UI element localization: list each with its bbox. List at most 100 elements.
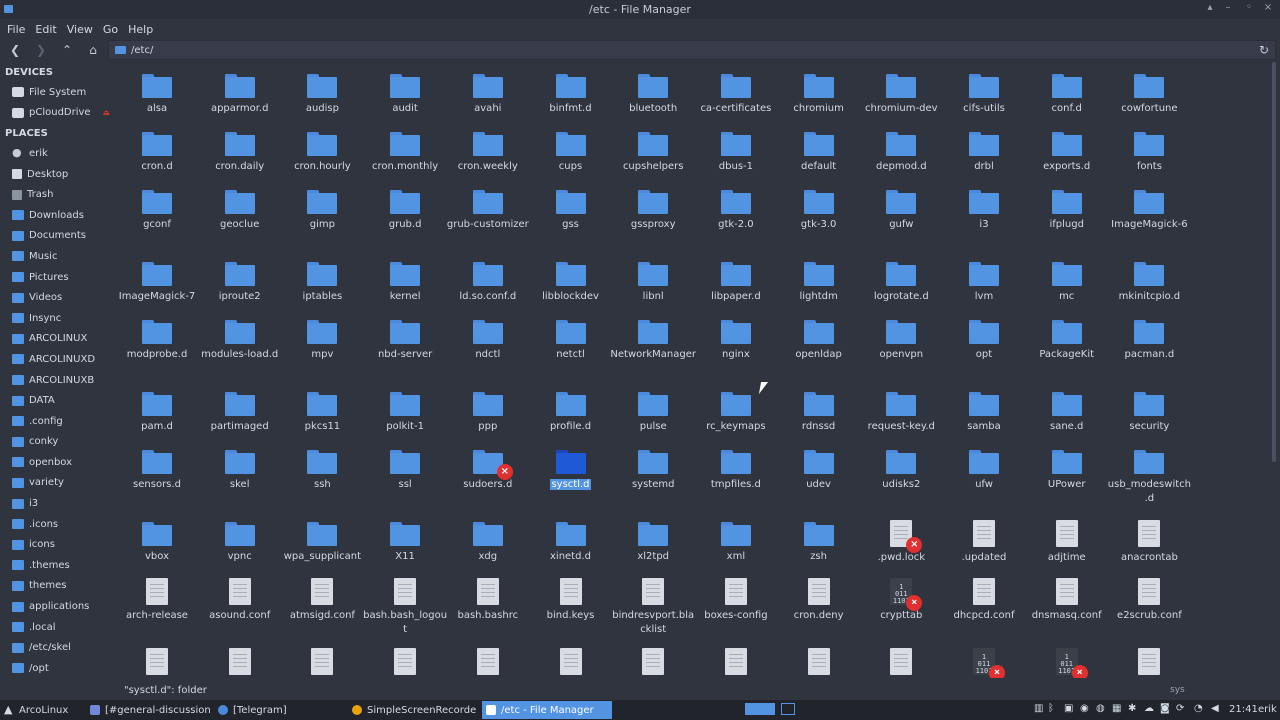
file-item[interactable]: bash.bashrc	[445, 568, 531, 623]
file-item[interactable]: fonts	[1106, 120, 1192, 174]
volume-icon[interactable]: ◀	[1211, 703, 1219, 714]
cloud-icon[interactable]: ☁	[1144, 703, 1154, 714]
menu-help[interactable]: Help	[123, 23, 158, 36]
file-item[interactable]: xdg	[445, 510, 531, 564]
sidebar-item[interactable]: Documents	[0, 226, 113, 247]
photo-icon[interactable]: ▣	[1064, 703, 1073, 714]
file-item[interactable]: bluetooth	[610, 62, 696, 116]
file-item[interactable]: rdnssd	[776, 380, 862, 434]
file-item[interactable]: openvpn	[858, 308, 944, 362]
file-item[interactable]: pam.d	[114, 380, 200, 434]
package-icon[interactable]: ▦	[1112, 703, 1121, 714]
file-item[interactable]: cifs-utils	[941, 62, 1027, 116]
file-item[interactable]: wpa_supplicant	[279, 510, 365, 564]
file-item[interactable]: mc	[1024, 250, 1110, 304]
file-item[interactable]: sysctl.d	[528, 438, 614, 492]
sidebar-item[interactable]: /etc/skel	[0, 637, 113, 658]
file-item[interactable]	[693, 638, 779, 678]
forward-icon[interactable]: ❯	[28, 40, 54, 60]
sidebar-item[interactable]: ARCOLINUX	[0, 329, 113, 350]
file-item[interactable]: request-key.d	[858, 380, 944, 434]
file-item[interactable]: tmpfiles.d	[693, 438, 779, 492]
file-item[interactable]: bind.keys	[528, 568, 614, 623]
file-item[interactable]: bindresvport.blacklist	[610, 568, 696, 637]
sidebar-item[interactable]: Desktop	[0, 164, 113, 185]
file-item[interactable]: zsh	[776, 510, 862, 564]
workspace-2[interactable]	[781, 703, 795, 715]
file-item[interactable]: profile.d	[528, 380, 614, 434]
maximize-button[interactable]: ◦	[1241, 2, 1257, 13]
menu-view[interactable]: View	[62, 23, 98, 36]
file-item[interactable]: usb_modeswitch.d	[1106, 438, 1192, 506]
file-item[interactable]: gssproxy	[610, 178, 696, 232]
file-item[interactable]: 1 011 1101 ×	[941, 638, 1027, 678]
file-item[interactable]: libnl	[610, 250, 696, 304]
sidebar-item[interactable]: Trash	[0, 184, 113, 205]
file-item[interactable]: bash.bash_logout	[362, 568, 448, 637]
file-item[interactable]: ImageMagick-7	[114, 250, 200, 304]
shade-button[interactable]: ▴	[1202, 2, 1218, 13]
file-item[interactable]	[858, 638, 944, 678]
file-item[interactable]: ld.so.conf.d	[445, 250, 531, 304]
file-item[interactable]: iproute2	[197, 250, 283, 304]
sidebar-item[interactable]: variety	[0, 473, 113, 494]
file-item[interactable]: cowfortune	[1106, 62, 1192, 116]
menu-edit[interactable]: Edit	[30, 23, 61, 36]
task-discord[interactable]: [#general-discussion -...	[86, 701, 212, 719]
file-item[interactable]: cron.monthly	[362, 120, 448, 174]
file-item[interactable]: X11	[362, 510, 448, 564]
file-item[interactable]: audit	[362, 62, 448, 116]
file-item[interactable]: cups	[528, 120, 614, 174]
file-item[interactable]: gufw	[858, 178, 944, 232]
menu-file[interactable]: File	[2, 23, 30, 36]
eject-icon[interactable]: ⏏	[102, 108, 110, 117]
file-item[interactable]: systemd	[610, 438, 696, 492]
sidebar-item[interactable]: Downloads	[0, 205, 113, 226]
file-item[interactable]: modules-load.d	[197, 308, 283, 362]
reload-icon[interactable]: ↻	[1259, 43, 1269, 57]
file-item[interactable]: cron.deny	[776, 568, 862, 623]
file-item[interactable]: NetworkManager	[610, 308, 696, 362]
file-item[interactable]	[1106, 638, 1192, 678]
file-item[interactable]: cron.daily	[197, 120, 283, 174]
file-item[interactable]: anacrontab	[1106, 510, 1192, 565]
file-item[interactable]: kernel	[362, 250, 448, 304]
file-item[interactable]: xl2tpd	[610, 510, 696, 564]
file-item[interactable]	[197, 638, 283, 678]
file-item[interactable]: nginx	[693, 308, 779, 362]
file-item[interactable]: depmod.d	[858, 120, 944, 174]
settings-icon[interactable]: ✱	[1128, 703, 1136, 714]
file-item[interactable]: adjtime	[1024, 510, 1110, 565]
task-file-manager[interactable]: /etc - File Manager	[482, 701, 612, 719]
file-item[interactable]: × sudoers.d	[445, 438, 531, 492]
file-item[interactable]: udev	[776, 438, 862, 492]
taskbar-menu-button[interactable]: ▲ ArcoLinux	[0, 701, 84, 719]
file-item[interactable]: cron.hourly	[279, 120, 365, 174]
file-item[interactable]	[362, 638, 448, 678]
file-item[interactable]: alsa	[114, 62, 200, 116]
file-item[interactable]: vpnc	[197, 510, 283, 564]
sidebar-item[interactable]: applications	[0, 596, 113, 617]
file-item[interactable]: lvm	[941, 250, 1027, 304]
file-item[interactable]: ssh	[279, 438, 365, 492]
file-item[interactable]: conf.d	[1024, 62, 1110, 116]
file-item[interactable]	[279, 638, 365, 678]
sidebar-item[interactable]: .local	[0, 617, 113, 638]
sidebar-item[interactable]: Pictures	[0, 267, 113, 288]
file-item[interactable]: logrotate.d	[858, 250, 944, 304]
file-item[interactable]	[445, 638, 531, 678]
file-item[interactable]	[610, 638, 696, 678]
file-item[interactable]: dnsmasq.conf	[1024, 568, 1110, 623]
file-item[interactable]: pkcs11	[279, 380, 365, 434]
task-screenrecorder[interactable]: SimpleScreenRecorder	[348, 701, 476, 719]
file-item[interactable]: chromium	[776, 62, 862, 116]
network-icon[interactable]: ▥	[1034, 703, 1043, 714]
location-bar[interactable]: /etc/ ↻	[108, 40, 1276, 60]
file-item[interactable]: sane.d	[1024, 380, 1110, 434]
file-item[interactable]: cron.d	[114, 120, 200, 174]
file-item[interactable]: iptables	[279, 250, 365, 304]
file-item[interactable]: asound.conf	[197, 568, 283, 623]
file-item[interactable]: dhcpcd.conf	[941, 568, 1027, 623]
wifi-icon[interactable]: ◔	[1194, 703, 1203, 714]
file-item[interactable]: libblockdev	[528, 250, 614, 304]
